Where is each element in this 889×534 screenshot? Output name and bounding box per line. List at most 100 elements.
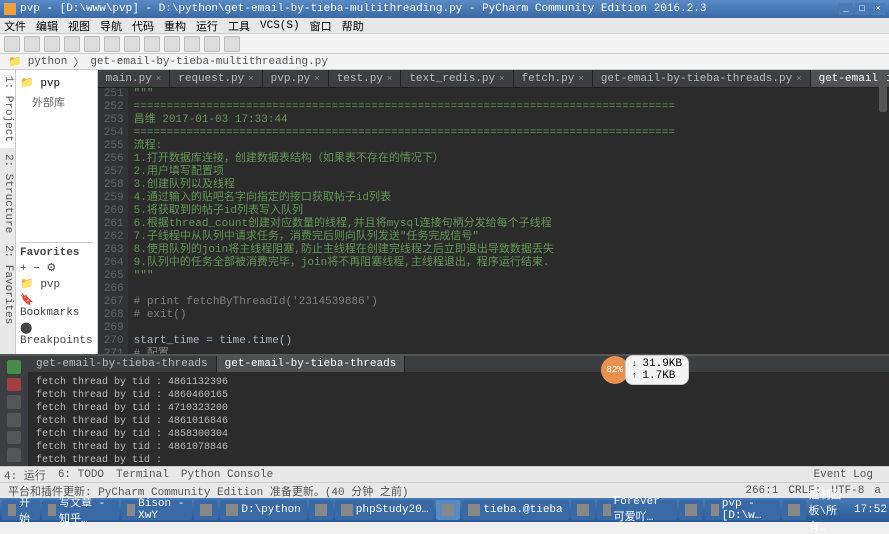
taskbar-item[interactable] bbox=[194, 500, 218, 520]
editor-tab[interactable]: main.py× bbox=[98, 70, 171, 87]
menu-item[interactable]: 文件 bbox=[4, 18, 26, 34]
save-button[interactable] bbox=[24, 36, 40, 52]
menu-item[interactable]: 代码 bbox=[132, 18, 154, 34]
minimize-button[interactable]: _ bbox=[839, 3, 853, 15]
taskbar-item[interactable] bbox=[309, 500, 333, 520]
task-icon bbox=[226, 504, 238, 516]
paste-button[interactable] bbox=[124, 36, 140, 52]
debug-button[interactable] bbox=[204, 36, 220, 52]
network-badge[interactable]: 82% ↓ 31.9KB↑ 1.7KB bbox=[601, 355, 689, 385]
run-panel: get-email-by-tieba-threads get-email-by-… bbox=[0, 354, 889, 466]
taskbar-item[interactable] bbox=[679, 500, 703, 520]
stop-button[interactable] bbox=[224, 36, 240, 52]
close-tab-icon[interactable]: × bbox=[156, 74, 161, 84]
run-tab[interactable]: get-email-by-tieba-threads bbox=[28, 356, 217, 372]
editor-tab[interactable]: text_redis.py× bbox=[401, 70, 513, 87]
minimap[interactable] bbox=[879, 72, 887, 112]
code-content[interactable]: """ ====================================… bbox=[128, 88, 889, 354]
event-log-tab[interactable]: Event Log bbox=[814, 469, 873, 481]
taskbar-item[interactable]: pvp - [D:\w… bbox=[705, 500, 781, 520]
close-run-button[interactable] bbox=[7, 448, 21, 462]
editor-tab[interactable]: request.py× bbox=[170, 70, 262, 87]
favorites-item[interactable]: ⬤ Breakpoints bbox=[20, 320, 93, 348]
menu-item[interactable]: 窗口 bbox=[310, 18, 332, 34]
editor-tab[interactable]: pvp.py× bbox=[263, 70, 329, 87]
run-button[interactable] bbox=[184, 36, 200, 52]
pause-button[interactable] bbox=[7, 395, 21, 409]
menu-item[interactable]: 运行 bbox=[196, 18, 218, 34]
back-button[interactable] bbox=[144, 36, 160, 52]
chevron-right-icon: 〉 bbox=[73, 54, 84, 70]
title-text: pvp - [D:\www\pvp] - D:\python\get-email… bbox=[20, 3, 707, 15]
favorites-item[interactable]: 📁 pvp bbox=[20, 276, 93, 292]
taskbar-item[interactable] bbox=[436, 500, 460, 520]
code-editor[interactable]: 251 252 253 254 255 256 257 258 259 260 … bbox=[98, 88, 889, 354]
favorites-item[interactable]: 🔖 Bookmarks bbox=[20, 292, 93, 320]
close-tab-icon[interactable]: × bbox=[387, 74, 392, 84]
sidebar: 1: Project 2: Structure 2: Favorites 📁 p… bbox=[0, 70, 98, 354]
tool-tab[interactable]: Python Console bbox=[181, 469, 273, 481]
maximize-button[interactable]: □ bbox=[855, 3, 869, 15]
taskbar-item[interactable]: 写文章 - 知乎… bbox=[42, 500, 119, 520]
down-button[interactable] bbox=[7, 431, 21, 445]
taskbar-item[interactable]: tieba.@tieba bbox=[462, 500, 568, 520]
toolbar bbox=[0, 34, 889, 54]
close-tab-icon[interactable]: × bbox=[796, 74, 801, 84]
task-icon bbox=[200, 504, 212, 516]
badge-speed: ↓ 31.9KB↑ 1.7KB bbox=[625, 355, 689, 385]
editor-tab[interactable]: get-email-by-tieba-threads.py× bbox=[593, 70, 811, 87]
breadcrumb-item[interactable]: get-email-by-tieba-multithreading.py bbox=[90, 56, 328, 68]
menu-item[interactable]: 帮助 bbox=[342, 18, 364, 34]
menu-item[interactable]: VCS(S) bbox=[260, 20, 300, 32]
tab-favorites[interactable]: 2: Favorites bbox=[0, 239, 15, 330]
fwd-button[interactable] bbox=[164, 36, 180, 52]
external-libs[interactable]: 外部库 bbox=[20, 92, 93, 112]
close-tab-icon[interactable]: × bbox=[578, 74, 583, 84]
menu-item[interactable]: 编辑 bbox=[36, 18, 58, 34]
run-tabs: get-email-by-tieba-threads get-email-by-… bbox=[28, 356, 889, 372]
menu-item[interactable]: 重构 bbox=[164, 18, 186, 34]
taskbar-item[interactable] bbox=[571, 500, 595, 520]
close-button[interactable]: × bbox=[871, 3, 885, 15]
breadcrumb-item[interactable]: python bbox=[28, 56, 68, 68]
bottom-tool-tabs: 4: 运行 6: TODO Terminal Python Console Event … bbox=[0, 466, 889, 482]
main-area: 1: Project 2: Structure 2: Favorites 📁 p… bbox=[0, 70, 889, 354]
folder-icon: 📁 bbox=[8, 55, 22, 69]
editor-tab[interactable]: get-email-by-tieba-multithreading.py× bbox=[811, 70, 889, 87]
tab-structure[interactable]: 2: Structure bbox=[0, 148, 15, 239]
clock: 17:52 bbox=[854, 504, 887, 516]
taskbar-item[interactable]: Bison - XwY bbox=[121, 500, 192, 520]
editor-tab[interactable]: fetch.py× bbox=[514, 70, 593, 87]
up-button[interactable] bbox=[7, 413, 21, 427]
statusbar: 平台和插件更新: PyCharm Community Edition 准备更新。… bbox=[0, 482, 889, 498]
menu-item[interactable]: 视图 bbox=[68, 18, 90, 34]
close-tab-icon[interactable]: × bbox=[499, 74, 504, 84]
tool-tab[interactable]: Terminal bbox=[116, 469, 169, 481]
cut-button[interactable] bbox=[84, 36, 100, 52]
rerun-button[interactable] bbox=[7, 360, 21, 374]
taskbar-item[interactable] bbox=[782, 500, 806, 520]
taskbar-item[interactable]: phpStudy20… bbox=[335, 500, 435, 520]
tool-tab[interactable]: 4: 运行 bbox=[4, 467, 46, 483]
taskbar-item[interactable]: 开始 bbox=[2, 500, 40, 520]
gutter: 251 252 253 254 255 256 257 258 259 260 … bbox=[98, 88, 128, 354]
close-tab-icon[interactable]: × bbox=[314, 74, 319, 84]
undo-button[interactable] bbox=[44, 36, 60, 52]
open-button[interactable] bbox=[4, 36, 20, 52]
stop-run-button[interactable] bbox=[7, 378, 21, 392]
copy-button[interactable] bbox=[104, 36, 120, 52]
editor-tab[interactable]: test.py× bbox=[329, 70, 402, 87]
tool-tab[interactable]: 6: TODO bbox=[58, 469, 104, 481]
taskbar-item[interactable]: Forever可爱吖… bbox=[597, 500, 677, 520]
redo-button[interactable] bbox=[64, 36, 80, 52]
menu-item[interactable]: 工具 bbox=[228, 18, 250, 34]
menu-item[interactable]: 导航 bbox=[100, 18, 122, 34]
run-output[interactable]: fetch thread by tid : 4861132396 fetch t… bbox=[28, 372, 889, 466]
tab-project[interactable]: 1: Project bbox=[0, 70, 15, 148]
system-tray[interactable]: 控制面板\所有… 17:52 bbox=[808, 486, 887, 534]
taskbar-item[interactable]: D:\python bbox=[220, 500, 306, 520]
caret-position[interactable]: 266:1 bbox=[745, 485, 778, 497]
run-tab[interactable]: get-email-by-tieba-threads bbox=[217, 356, 406, 372]
project-root[interactable]: 📁 pvp bbox=[20, 74, 93, 92]
close-tab-icon[interactable]: × bbox=[248, 74, 253, 84]
